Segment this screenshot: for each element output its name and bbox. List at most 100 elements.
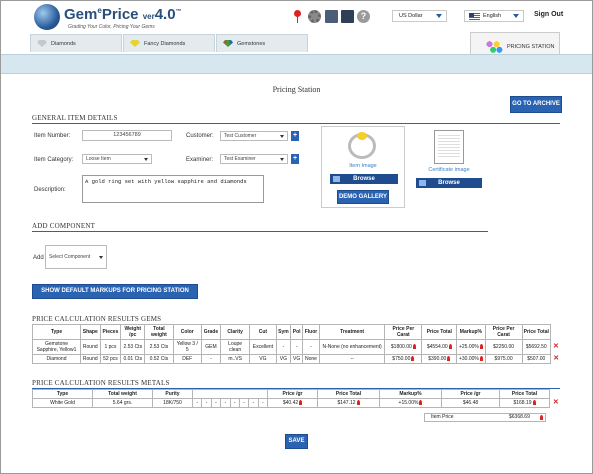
col-fluor: Fluor [302,324,320,340]
cell-type: Diamond [32,354,81,364]
col-price-gr-marked: Price /gr [441,389,500,399]
cell-dash: - [248,398,259,408]
save-button[interactable]: SAVE [285,434,308,449]
calculator-icon[interactable] [341,10,354,23]
pin-icon[interactable] [411,356,415,362]
tab-label: PRICING STATION [507,44,555,50]
language-select[interactable]: English [464,10,524,22]
gear-icon[interactable] [308,10,321,23]
col-color: Color [172,324,202,340]
pin-icon[interactable] [412,344,416,350]
cell-value: $147.12 [337,400,356,406]
table-row: White Gold 5.64 grs. 18K/750 - - - - - -… [32,398,562,408]
pin-icon[interactable] [419,400,423,406]
cell-treatment: -- [318,354,386,364]
tab-fancy-diamonds[interactable]: Fancy Diamonds [123,34,215,52]
col-type: Type [32,389,93,399]
add-examiner-button[interactable]: + [291,154,299,164]
delete-icon[interactable]: ✕ [553,343,559,350]
delete-icon[interactable]: ✕ [553,355,559,362]
cell-dash: - [191,398,203,408]
cell-price-total-marked: $5692.50 [521,339,551,355]
tab-diamonds[interactable]: Diamonds [30,34,122,52]
add-component-heading: ADD COMPONENT [32,222,488,232]
examiner-select[interactable]: Test Examiner [220,154,288,164]
scale-icon[interactable] [325,10,338,23]
pin-icon[interactable] [479,356,483,362]
pin-icon[interactable] [532,400,536,406]
certificate-browse-button[interactable]: Browse [416,178,482,188]
pin-icon[interactable] [479,344,483,350]
chevron-down-icon [280,158,284,161]
col-price-per-carat: Price Per Carat [384,324,423,340]
tab-label: Fancy Diamonds [144,41,186,47]
col-actions [550,390,562,399]
cell-price-gr-marked: $46.48 [441,398,500,408]
go-to-archive-button[interactable]: GO TO ARCHIVE [510,96,562,113]
cell-markup[interactable]: +15.00% [379,398,442,408]
logo[interactable]: GemePrice ver4.0™ Grading Your Color, Pr… [34,4,184,34]
cell-markup[interactable]: +30.00% [456,354,486,364]
item-number-label: Item Number: [34,133,71,139]
gem-cluster-icon [485,40,503,54]
cell-value: $750.00 [392,356,411,362]
col-total-weight: Total weight [92,389,153,399]
add-customer-button[interactable]: + [291,131,299,141]
item-image-browse-button[interactable]: Browse [330,174,398,184]
cell-price-total: $147.12 [317,398,380,408]
item-category-select[interactable]: Loose Item [82,154,152,164]
metals-results-heading: PRICE CALCULATION RESULTS METALS [32,379,560,389]
folder-icon [333,176,340,182]
pin-icon[interactable] [448,344,452,350]
item-number-input[interactable]: 123456789 [82,130,172,141]
help-icon[interactable]: ? [357,10,370,23]
item-price-label: Item Price [431,414,454,420]
col-treatment: Treatment [318,324,386,340]
tab-gemstones[interactable]: Gemstones [216,34,308,52]
cell-weight-pc: 2.53 Cts [120,339,146,355]
col-purity: Purity [152,389,193,399]
logo-tagline: Grading Your Color, Pricing Your Gems [68,24,155,30]
fancy-diamond-icon [130,40,140,47]
pin-icon[interactable] [540,415,543,420]
pin-icon[interactable] [356,400,360,406]
col-price-per-carat-marked: Price Per Carat [484,324,523,340]
general-details-heading: GENERAL ITEM DETAILS [32,114,560,124]
demo-gallery-button[interactable]: DEMO GALLERY [337,190,389,204]
add-label: Add [33,255,44,261]
cell-actions: ✕ [550,340,561,355]
logo-title: GemePrice ver4.0™ [64,6,182,23]
cell-value: $168.19 [513,400,532,406]
col-price-total-marked: Price Total [521,324,551,340]
cell-dash: - [257,398,269,408]
cell-fluor: None [302,354,320,364]
cell-pol: - [290,339,304,355]
gemstone-icon [223,40,233,47]
item-image-caption: Item Image [349,163,377,169]
cell-actions: ✕ [550,399,562,408]
component-select[interactable]: Select Component [45,245,107,269]
cell-color: Yellow 3 / 5 [172,339,202,355]
sign-out-link[interactable]: Sign Out [534,11,563,18]
delete-icon[interactable]: ✕ [553,399,559,406]
customer-select[interactable]: Test Customer [220,131,288,141]
cell-grade: - [200,354,221,364]
pin-icon[interactable] [291,10,304,23]
chevron-down-icon [280,135,284,138]
globe-logo-icon [34,4,60,30]
show-default-markups-button[interactable]: SHOW DEFAULT MARKUPS FOR PRICING STATION [32,284,198,299]
pin-icon[interactable] [299,400,303,406]
chevron-down-icon [99,256,103,259]
tab-label: Gemstones [237,41,266,47]
cell-pieces: 52 pcs [99,354,122,364]
currency-select[interactable]: US Dollar [392,10,447,22]
cell-grade: GEM [200,339,221,355]
description-label: Description: [34,187,66,193]
cell-dash: - [201,398,212,408]
cell-clarity: m..VS [219,354,251,364]
pin-icon[interactable] [447,356,451,362]
examiner-label: Examiner: [186,157,214,163]
currency-value: US Dollar [399,13,423,19]
cell-markup[interactable]: +25.00% [456,339,486,355]
description-textarea[interactable]: A gold ring set with yellow sapphire and… [82,175,264,203]
